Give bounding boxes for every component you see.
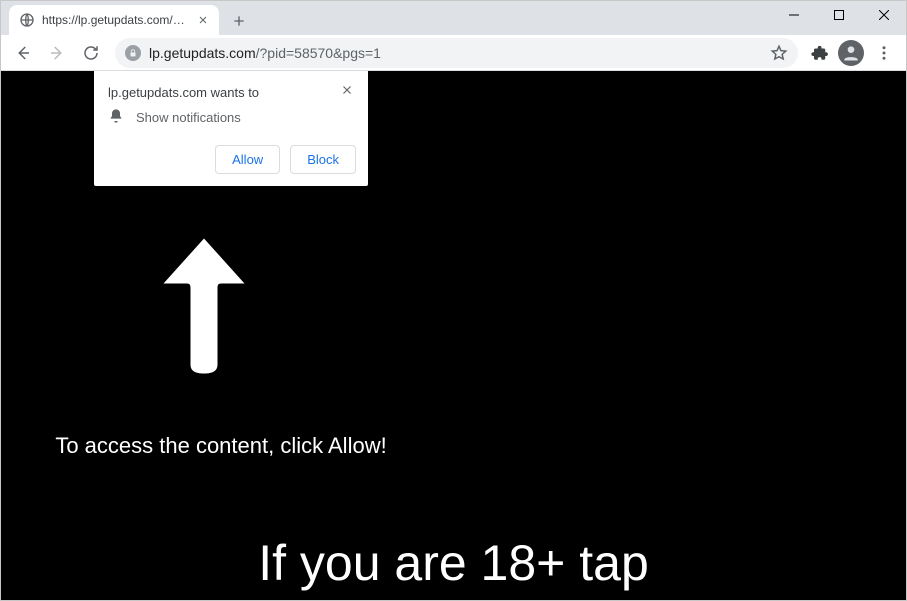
- profile-avatar-icon[interactable]: [838, 40, 864, 66]
- window-close-button[interactable]: [861, 1, 906, 29]
- permission-request-text: Show notifications: [136, 110, 241, 125]
- back-button[interactable]: [7, 37, 39, 69]
- url-host: lp.getupdats.com: [149, 45, 256, 61]
- notification-permission-prompt: lp.getupdats.com wants to Show notificat…: [94, 71, 368, 186]
- tab-title: https://lp.getupdats.com/?pid=5: [42, 13, 188, 27]
- browser-toolbar: lp.getupdats.com/?pid=58570&pgs=1: [1, 35, 906, 71]
- permission-origin-text: lp.getupdats.com wants to: [108, 81, 259, 100]
- extensions-puzzle-icon[interactable]: [806, 39, 834, 67]
- chrome-menu-icon[interactable]: [868, 37, 900, 69]
- tab-close-icon[interactable]: [195, 12, 211, 28]
- headline-text: If you are 18+ tap: [1, 534, 906, 592]
- globe-icon: [19, 12, 35, 28]
- forward-button[interactable]: [41, 37, 73, 69]
- window-minimize-button[interactable]: [771, 1, 816, 29]
- bell-icon: [108, 108, 124, 127]
- page-content: To access the content, click Allow! If y…: [1, 71, 906, 600]
- instruction-text: To access the content, click Allow!: [1, 433, 441, 458]
- url-path: /?pid=58570&pgs=1: [256, 45, 381, 61]
- window-maximize-button[interactable]: [816, 1, 861, 29]
- tab-strip: https://lp.getupdats.com/?pid=5: [1, 1, 771, 35]
- reload-button[interactable]: [75, 37, 107, 69]
- browser-tab[interactable]: https://lp.getupdats.com/?pid=5: [9, 5, 219, 35]
- url-text: lp.getupdats.com/?pid=58570&pgs=1: [149, 45, 762, 61]
- allow-button[interactable]: Allow: [215, 145, 280, 174]
- address-bar[interactable]: lp.getupdats.com/?pid=58570&pgs=1: [115, 38, 798, 68]
- window-controls: [771, 1, 906, 35]
- site-info-lock-icon[interactable]: [125, 45, 141, 61]
- window-titlebar: https://lp.getupdats.com/?pid=5: [1, 1, 906, 35]
- bookmark-star-icon[interactable]: [770, 44, 788, 62]
- arrow-up-icon: [159, 231, 249, 381]
- permission-close-icon[interactable]: [338, 81, 356, 99]
- new-tab-button[interactable]: [225, 7, 253, 35]
- block-button[interactable]: Block: [290, 145, 356, 174]
